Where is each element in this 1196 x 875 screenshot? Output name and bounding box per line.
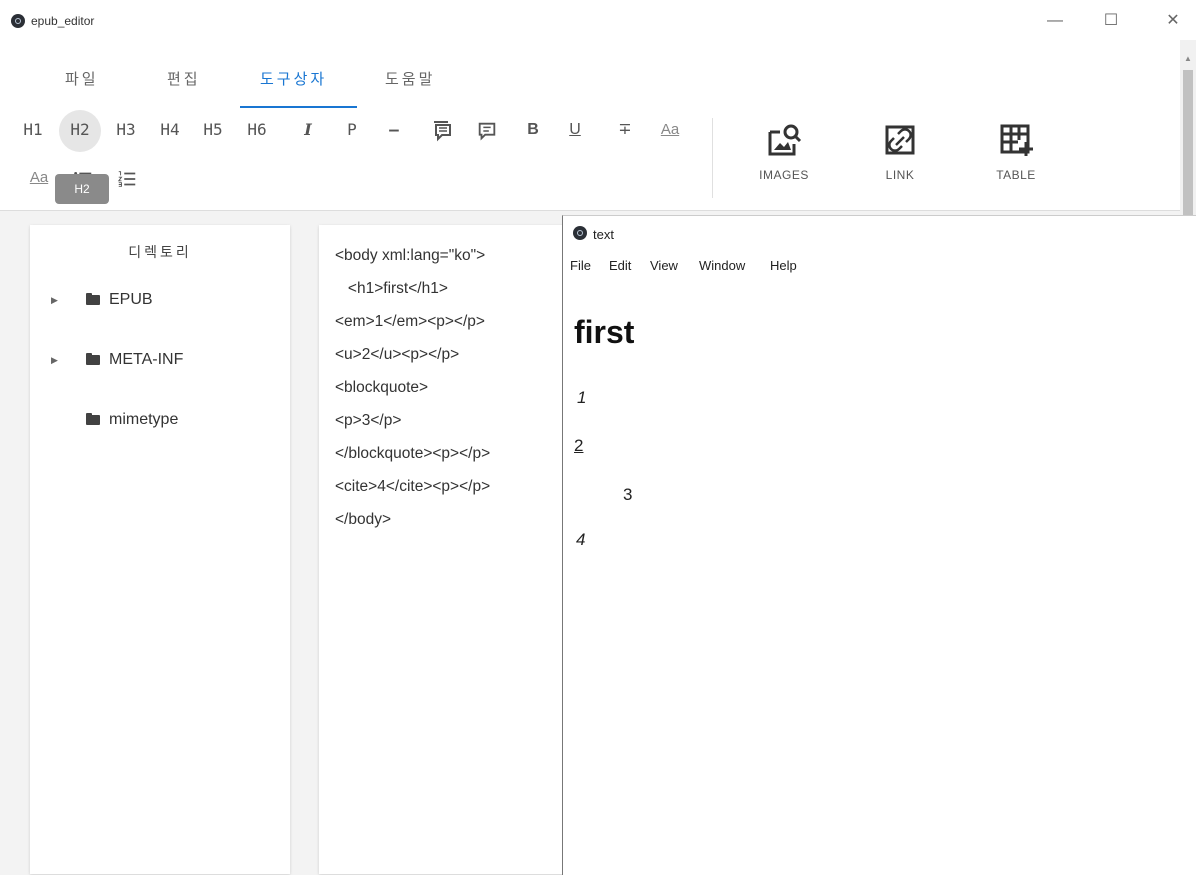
titlebar: epub_editor — ☐ ✕ [0,0,1196,40]
h1-button[interactable]: H1 [16,110,50,150]
active-tab-indicator [240,106,357,108]
code-line: <h1>first</h1> [335,280,448,297]
blockquote-button[interactable] [428,110,458,150]
expand-arrow-icon[interactable]: ▶ [51,295,58,306]
preview-menu-file[interactable]: File [570,258,591,273]
horizontal-rule-button[interactable]: — [381,110,407,150]
electron-app-icon [11,14,25,28]
tree-item-label: mimetype [109,411,179,428]
code-line: </blockquote><p></p> [335,445,491,462]
code-line: <blockquote> [335,379,429,396]
folder-icon [86,413,100,425]
comment-icon [478,122,496,141]
close-button[interactable]: ✕ [1158,10,1188,32]
menu-tabs: 파일 편집 도구상자 도움말 [0,62,1180,108]
italic-button[interactable]: I [296,110,320,150]
code-line: <cite>4</cite><p></p> [335,478,491,495]
code-line: <p>3</p> [335,412,402,429]
images-button[interactable]: IMAGES [739,120,829,190]
h4-button[interactable]: H4 [153,110,187,150]
link-icon [885,125,915,155]
scroll-up-icon[interactable]: ▲ [1180,54,1196,66]
h3-button[interactable]: H3 [109,110,143,150]
electron-app-icon [573,226,587,240]
toolbar-divider [712,118,713,198]
folder-icon [86,293,100,305]
h6-button[interactable]: H6 [240,110,274,150]
directory-panel: 디렉토리 ▶ EPUB ▶ META-INF mimetype [30,225,290,874]
tree-item-mimetype[interactable]: mimetype [30,409,290,433]
tab-file[interactable]: 파일 [65,68,99,89]
tab-edit[interactable]: 편집 [167,68,201,89]
directory-title: 디렉토리 [128,245,192,261]
folder-icon [86,353,100,365]
h2-button[interactable]: H2 [63,110,97,150]
image-search-icon [768,124,802,156]
tree-item-meta-inf[interactable]: ▶ META-INF [30,349,290,373]
preview-blockquote: 3 [623,485,633,504]
preview-window-title: text [593,227,614,242]
preview-menu-window[interactable]: Window [699,258,745,273]
images-label: IMAGES [759,168,809,182]
maximize-button[interactable]: ☐ [1096,10,1126,32]
code-line: <u>2</u><p></p> [335,346,460,363]
tab-help[interactable]: 도움말 [385,68,435,89]
minimize-button[interactable]: — [1040,10,1070,32]
preview-window: text File Edit View Window Help first 1 … [562,215,1196,875]
expand-arrow-icon[interactable]: ▶ [51,355,58,366]
preview-emphasis: 1 [577,388,587,407]
table-add-icon [1000,124,1033,156]
tree-item-label: META-INF [109,351,184,368]
font-size-button[interactable]: Aa [652,110,688,150]
h2-tooltip: H2 [55,174,109,204]
cite-button[interactable] [472,110,502,150]
code-line: <em>1</em><p></p> [335,313,485,330]
tree-item-epub[interactable]: ▶ EPUB [30,289,290,313]
preview-underline: 2 [574,436,584,455]
preview-cite: 4 [576,530,586,549]
font-color-button[interactable]: Aa [22,158,56,198]
numbered-list-button[interactable] [112,158,142,198]
preview-menu-help[interactable]: Help [770,258,797,273]
underline-button[interactable]: U [562,110,588,150]
main-window: epub_editor — ☐ ✕ 파일 편집 도구상자 도움말 H1 H2 H… [0,0,1196,875]
tab-toolbox[interactable]: 도구상자 [260,68,327,89]
code-line: </body> [335,511,392,528]
tree-item-label: EPUB [109,291,153,308]
table-button[interactable]: TABLE [971,120,1061,190]
h5-button[interactable]: H5 [196,110,230,150]
code-editor-panel[interactable]: <body xml:lang="ko"> <h1>first</h1> <em>… [319,225,569,874]
preview-menu-edit[interactable]: Edit [609,258,631,273]
preview-menu-view[interactable]: View [650,258,678,273]
numbered-list-icon [117,170,136,187]
table-label: TABLE [996,168,1036,182]
bold-button[interactable]: B [520,110,546,150]
link-label: LINK [885,168,915,182]
paragraph-button[interactable]: P [340,110,364,150]
link-button[interactable]: LINK [855,120,945,190]
code-line: <body xml:lang="ko"> [335,247,486,264]
strikethrough-button[interactable]: ∓ [612,110,638,150]
preview-heading: first [574,314,635,350]
comment-lines-icon [434,120,451,141]
window-title: epub_editor [31,14,95,28]
